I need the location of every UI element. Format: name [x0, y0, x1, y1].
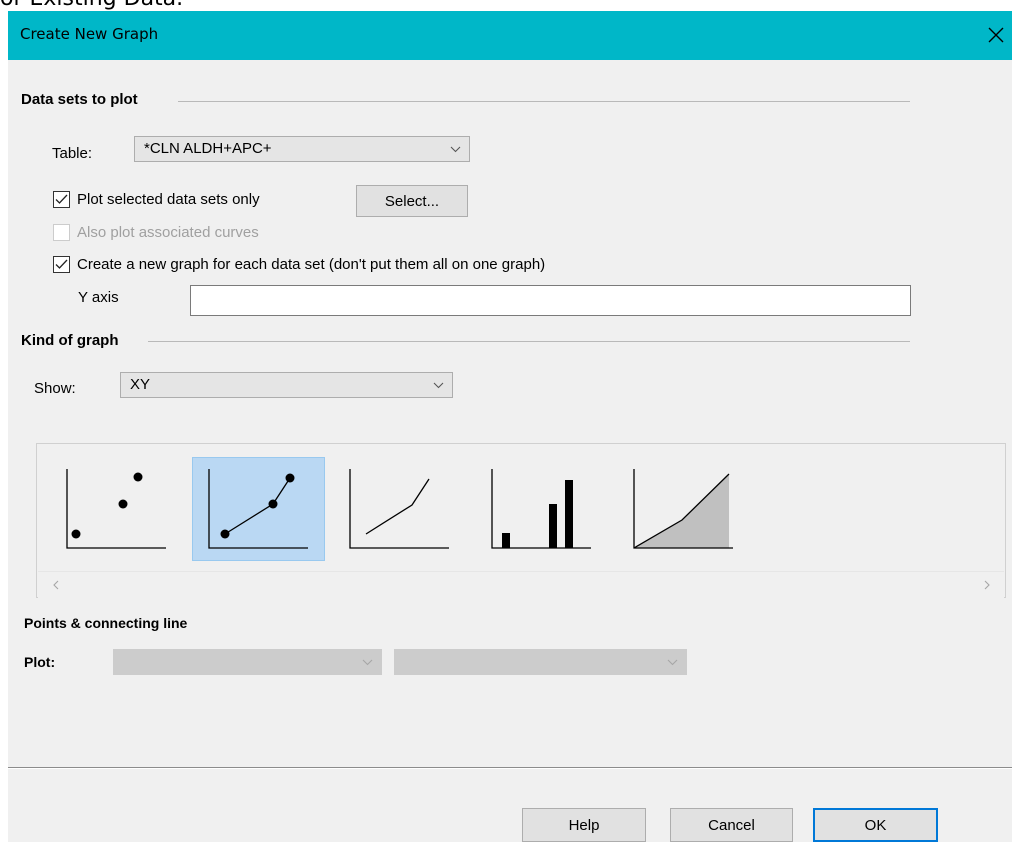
background-heading: or Existing Data. [0, 0, 183, 11]
close-icon [988, 27, 1004, 43]
chevron-down-icon [667, 659, 678, 666]
checkmark-icon [55, 259, 68, 269]
chevron-down-icon [450, 146, 461, 153]
create-new-graph-dialog: Create New Graph Data sets to plot Table… [8, 11, 1012, 842]
kind-of-graph-heading: Kind of graph [21, 332, 119, 349]
spikes-icon [491, 469, 591, 549]
y-axis-label: Y axis [78, 289, 119, 306]
graph-type-gallery [36, 443, 1006, 598]
show-dropdown[interactable]: XY [120, 372, 453, 398]
area-fill-icon [633, 469, 733, 549]
selection-name: Points & connecting line [24, 615, 188, 631]
plot-label: Plot: [24, 654, 56, 670]
points-connecting-line-icon [208, 469, 308, 549]
plot-dropdown-1[interactable] [113, 649, 382, 675]
kind-of-graph-separator [148, 341, 910, 342]
scroll-right-icon[interactable] [983, 580, 991, 590]
ok-button[interactable]: OK [813, 808, 938, 842]
show-dropdown-value: XY [130, 376, 151, 393]
chevron-down-icon [433, 382, 444, 389]
graph-thumb-spikes[interactable] [475, 457, 608, 561]
y-axis-field[interactable] [190, 285, 911, 316]
table-dropdown-value: *CLN ALDH+APC+ [144, 140, 272, 157]
new-graph-each-checkbox[interactable] [53, 256, 70, 273]
graph-thumb-points-only[interactable] [50, 457, 183, 561]
plot-selected-label[interactable]: Plot selected data sets only [77, 191, 260, 208]
cancel-button[interactable]: Cancel [670, 808, 793, 842]
data-sets-separator [178, 101, 910, 102]
new-graph-each-label[interactable]: Create a new graph for each data set (do… [77, 256, 545, 273]
select-button[interactable]: Select... [356, 185, 468, 217]
scroll-left-icon[interactable] [52, 580, 60, 590]
graph-thumb-area-fill[interactable] [617, 457, 750, 561]
graph-thumb-connecting-line-only[interactable] [333, 457, 466, 561]
footer-separator [8, 767, 1012, 769]
associated-curves-label: Also plot associated curves [77, 224, 259, 241]
line-only-icon [349, 469, 449, 549]
points-only-icon [66, 469, 166, 549]
title-bar: Create New Graph [8, 11, 1012, 60]
close-button[interactable] [980, 17, 1012, 53]
graph-thumb-points-connecting-line[interactable] [192, 457, 325, 561]
dialog-title: Create New Graph [20, 25, 159, 43]
table-label: Table: [52, 145, 93, 162]
data-sets-heading: Data sets to plot [21, 91, 138, 108]
checkmark-icon [55, 194, 68, 204]
plot-dropdown-2[interactable] [394, 649, 687, 675]
help-button[interactable]: Help [522, 808, 646, 842]
gallery-horizontal-scrollbar[interactable] [38, 571, 1004, 598]
chevron-down-icon [362, 659, 373, 666]
associated-curves-checkbox[interactable] [53, 224, 70, 241]
plot-selected-checkbox[interactable] [53, 191, 70, 208]
show-label: Show: [34, 380, 76, 397]
table-dropdown[interactable]: *CLN ALDH+APC+ [134, 136, 470, 162]
